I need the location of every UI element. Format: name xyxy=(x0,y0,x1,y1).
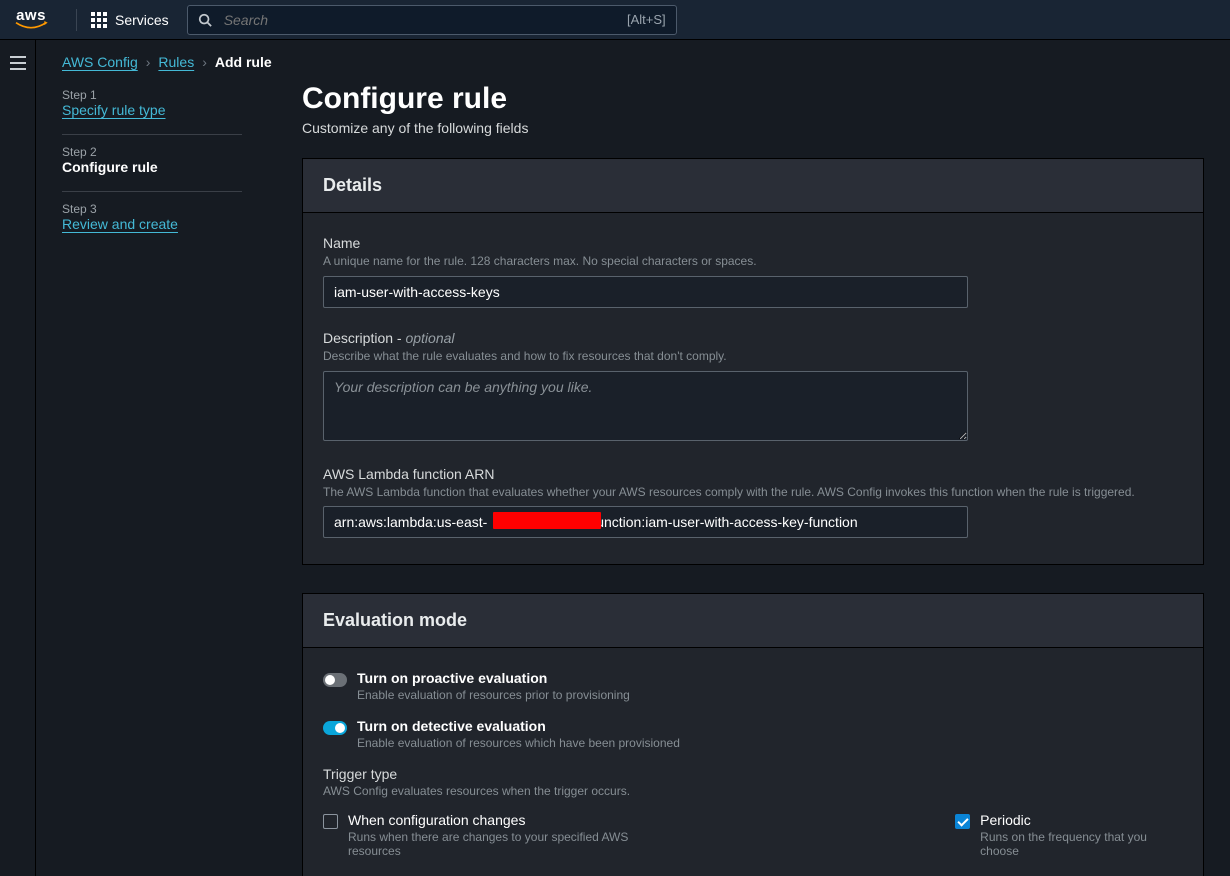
breadcrumb-link-config[interactable]: AWS Config xyxy=(62,54,138,70)
step-label: Step 1 xyxy=(62,88,242,102)
proactive-label: Turn on proactive evaluation xyxy=(357,670,630,686)
config-change-label: When configuration changes xyxy=(348,812,675,828)
arn-input[interactable] xyxy=(323,506,968,538)
detective-toggle[interactable] xyxy=(323,721,347,735)
aws-logo[interactable]: aws xyxy=(14,8,48,31)
step-link-review[interactable]: Review and create xyxy=(62,216,242,232)
aws-smile-icon xyxy=(14,21,48,31)
side-rail xyxy=(0,40,36,876)
trigger-help: AWS Config evaluates resources when the … xyxy=(323,784,1183,798)
breadcrumb: AWS Config › Rules › Add rule xyxy=(62,54,1204,70)
periodic-checkbox[interactable] xyxy=(955,814,970,829)
step-label: Step 2 xyxy=(62,145,242,159)
wizard-steps: Step 1 Specify rule type Step 2 Configur… xyxy=(62,78,242,876)
page-subtitle: Customize any of the following fields xyxy=(302,120,1204,136)
step-label: Step 3 xyxy=(62,202,242,216)
search-input[interactable] xyxy=(222,11,617,29)
arn-help: The AWS Lambda function that evaluates w… xyxy=(323,484,1183,501)
description-label: Description - optional xyxy=(323,330,1183,346)
periodic-help: Runs on the frequency that you choose xyxy=(980,830,1183,858)
search-field[interactable]: [Alt+S] xyxy=(187,5,677,35)
details-heading: Details xyxy=(303,159,1203,213)
services-button[interactable]: Services xyxy=(91,12,169,28)
description-input[interactable] xyxy=(323,371,968,441)
details-panel: Details Name A unique name for the rule.… xyxy=(302,158,1204,565)
config-change-checkbox[interactable] xyxy=(323,814,338,829)
chevron-right-icon: › xyxy=(146,54,151,70)
hamburger-icon[interactable] xyxy=(10,56,26,876)
description-help: Describe what the rule evaluates and how… xyxy=(323,348,1183,365)
trigger-label: Trigger type xyxy=(323,766,1183,782)
evaluation-heading: Evaluation mode xyxy=(303,594,1203,648)
search-icon xyxy=(198,13,212,27)
services-label: Services xyxy=(115,12,169,28)
breadcrumb-link-rules[interactable]: Rules xyxy=(158,54,194,70)
page-title: Configure rule xyxy=(302,82,1204,116)
periodic-label: Periodic xyxy=(980,812,1183,828)
top-nav: aws Services [Alt+S] xyxy=(0,0,1230,40)
detective-label: Turn on detective evaluation xyxy=(357,718,680,734)
proactive-help: Enable evaluation of resources prior to … xyxy=(357,688,630,702)
name-input[interactable] xyxy=(323,276,968,308)
breadcrumb-current: Add rule xyxy=(215,54,272,70)
step-link-specify[interactable]: Specify rule type xyxy=(62,102,242,118)
arn-label: AWS Lambda function ARN xyxy=(323,466,1183,482)
chevron-right-icon: › xyxy=(202,54,207,70)
name-label: Name xyxy=(323,235,1183,251)
search-hint: [Alt+S] xyxy=(627,12,666,27)
services-grid-icon xyxy=(91,12,107,28)
detective-help: Enable evaluation of resources which hav… xyxy=(357,736,680,750)
proactive-toggle[interactable] xyxy=(323,673,347,687)
evaluation-panel: Evaluation mode Turn on proactive evalua… xyxy=(302,593,1204,876)
step-current-configure: Configure rule xyxy=(62,159,242,175)
name-help: A unique name for the rule. 128 characte… xyxy=(323,253,1183,270)
config-change-help: Runs when there are changes to your spec… xyxy=(348,830,675,858)
nav-divider xyxy=(76,9,77,31)
